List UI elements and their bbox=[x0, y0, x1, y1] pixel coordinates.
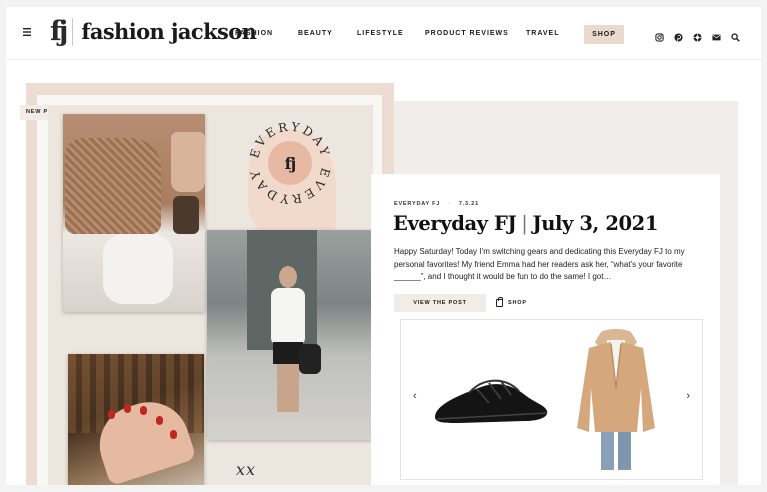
post-date: 7.3.21 bbox=[458, 201, 479, 207]
site-logo[interactable]: fj fashion jackson bbox=[50, 15, 257, 49]
photo-sweater-coffee bbox=[63, 114, 205, 312]
logo-text: fashion jackson bbox=[81, 19, 257, 44]
product-slide-blazer[interactable] bbox=[571, 328, 661, 473]
post-meta: EVERYDAY FJ · 7.3.21 bbox=[394, 201, 479, 207]
signature-graphic: xx bbox=[236, 460, 257, 479]
logo-mark: fj bbox=[50, 16, 68, 47]
post-title-right: July 3, 2021 bbox=[532, 212, 658, 235]
nav-item-fashion[interactable]: FASHION bbox=[235, 30, 273, 37]
post-excerpt: Happy Saturday! Today I’m switching gear… bbox=[394, 247, 685, 281]
product-carousel: ‹ › bbox=[400, 319, 703, 480]
email-icon[interactable] bbox=[712, 29, 722, 41]
carousel-prev-icon[interactable]: ‹ bbox=[413, 390, 417, 402]
page: fj fashion jackson FASHION BEAUTY LIFEST… bbox=[6, 7, 761, 485]
post-title[interactable]: Everyday FJ | July 3, 2021 bbox=[393, 212, 658, 235]
nav-item-lifestyle[interactable]: LIFESTYLE bbox=[357, 30, 404, 37]
meta-dot: · bbox=[448, 201, 451, 207]
post-card: EVERYDAY FJ · 7.3.21 Everyday FJ | July 3, 2… bbox=[371, 174, 720, 485]
post-actions: VIEW THE POST SHOP bbox=[394, 294, 527, 312]
nav-item-product-reviews[interactable]: PRODUCT REVIEWS bbox=[425, 30, 509, 37]
nav-item-beauty[interactable]: BEAUTY bbox=[298, 30, 333, 37]
site-header: fj fashion jackson FASHION BEAUTY LIFEST… bbox=[6, 7, 761, 60]
social-icons bbox=[655, 29, 741, 42]
post-category-link[interactable]: EVERYDAY FJ bbox=[394, 201, 440, 207]
view-the-post-button[interactable]: VIEW THE POST bbox=[394, 294, 486, 312]
shopping-bag-icon bbox=[496, 297, 503, 307]
photo-street-outfit bbox=[207, 230, 373, 440]
featured-collage-image[interactable]: EVERYDAY EVERYDAY fj xx bbox=[48, 105, 373, 485]
carousel-next-icon[interactable]: › bbox=[686, 390, 690, 402]
logo-divider bbox=[72, 18, 74, 46]
everyday-circle-badge: EVERYDAY EVERYDAY fj bbox=[244, 117, 336, 209]
search-icon[interactable] bbox=[731, 29, 741, 42]
shop-link-label: SHOP bbox=[508, 300, 527, 306]
pinterest-icon[interactable] bbox=[674, 29, 684, 42]
photo-manicure-bag bbox=[68, 354, 204, 485]
instagram-icon[interactable] bbox=[655, 29, 665, 42]
circle-logo-mark: fj bbox=[268, 141, 312, 185]
nav-shop-button[interactable]: SHOP bbox=[584, 25, 624, 44]
shop-icon[interactable] bbox=[693, 29, 703, 42]
nav-item-travel[interactable]: TRAVEL bbox=[526, 30, 559, 37]
product-slide-sandal[interactable] bbox=[429, 365, 551, 435]
hamburger-menu-icon[interactable] bbox=[23, 26, 31, 38]
post-title-left: Everyday FJ bbox=[393, 212, 517, 235]
post-title-separator: | bbox=[521, 212, 528, 235]
shop-post-link[interactable]: SHOP bbox=[496, 297, 527, 307]
